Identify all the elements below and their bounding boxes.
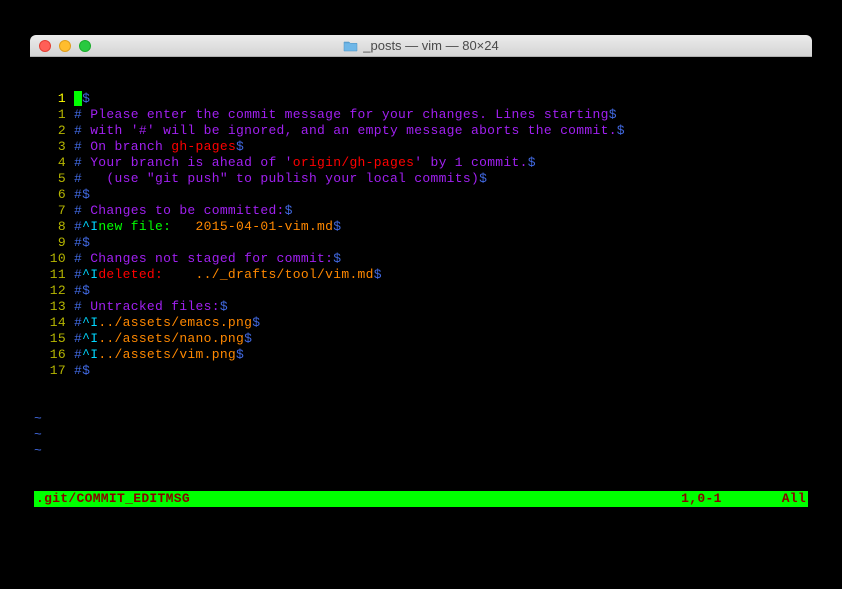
line-number: 5 [34, 171, 74, 187]
zoom-button[interactable] [79, 40, 91, 52]
line-number: 2 [34, 123, 74, 139]
line-number: 10 [34, 251, 74, 267]
editor-line[interactable]: 7# Changes to be committed:$ [34, 203, 808, 219]
line-number: 4 [34, 155, 74, 171]
status-percent: All [782, 491, 806, 507]
line-number: 17 [34, 363, 74, 379]
line-number: 11 [34, 267, 74, 283]
line-content[interactable]: # Changes not staged for commit:$ [74, 251, 341, 267]
editor-line[interactable]: 1# Please enter the commit message for y… [34, 107, 808, 123]
tilde-icon: ~ [34, 411, 42, 427]
line-number: 6 [34, 187, 74, 203]
line-content[interactable]: # Changes to be committed:$ [74, 203, 293, 219]
status-file: .git/COMMIT_EDITMSG [36, 491, 681, 507]
line-number: 8 [34, 219, 74, 235]
folder-icon [343, 40, 358, 52]
status-position: 1,0-1 [681, 491, 782, 507]
editor-line[interactable]: 2# with '#' will be ignored, and an empt… [34, 123, 808, 139]
vim-status-line: .git/COMMIT_EDITMSG 1,0-1 All [34, 491, 808, 507]
traffic-lights [30, 40, 91, 52]
line-content[interactable]: # with '#' will be ignored, and an empty… [74, 123, 625, 139]
editor-line[interactable]: 1 $ [34, 91, 808, 107]
line-content[interactable]: # (use "git push" to publish your local … [74, 171, 487, 187]
empty-line: ~ [34, 443, 808, 459]
terminal-window: _posts — vim — 80×24 1 $1# Please enter … [30, 35, 812, 589]
editor-line[interactable]: 5# (use "git push" to publish your local… [34, 171, 808, 187]
editor-line[interactable]: 16#^I../assets/vim.png$ [34, 347, 808, 363]
terminal-body[interactable]: 1 $1# Please enter the commit message fo… [30, 57, 812, 589]
line-content[interactable]: #^I../assets/emacs.png$ [74, 315, 260, 331]
editor-line[interactable]: 17#$ [34, 363, 808, 379]
tilde-icon: ~ [34, 443, 42, 459]
editor-line[interactable]: 14#^I../assets/emacs.png$ [34, 315, 808, 331]
line-content[interactable]: # Your branch is ahead of 'origin/gh-pag… [74, 155, 536, 171]
editor-line[interactable]: 15#^I../assets/nano.png$ [34, 331, 808, 347]
window-title-text: _posts — vim — 80×24 [363, 38, 498, 53]
close-button[interactable] [39, 40, 51, 52]
line-number: 9 [34, 235, 74, 251]
editor-line[interactable]: 9#$ [34, 235, 808, 251]
line-number: 15 [34, 331, 74, 347]
line-number: 14 [34, 315, 74, 331]
titlebar[interactable]: _posts — vim — 80×24 [30, 35, 812, 57]
tilde-icon: ~ [34, 427, 42, 443]
line-content[interactable]: #$ [74, 235, 90, 251]
line-number: 7 [34, 203, 74, 219]
editor-line[interactable]: 3# On branch gh-pages$ [34, 139, 808, 155]
empty-line: ~ [34, 427, 808, 443]
line-content[interactable]: #^Inew file: 2015-04-01-vim.md$ [74, 219, 341, 235]
editor-line[interactable]: 10# Changes not staged for commit:$ [34, 251, 808, 267]
line-content[interactable]: # On branch gh-pages$ [74, 139, 244, 155]
line-number: 13 [34, 299, 74, 315]
command-line[interactable] [34, 539, 808, 553]
minimize-button[interactable] [59, 40, 71, 52]
editor-line[interactable]: 8#^Inew file: 2015-04-01-vim.md$ [34, 219, 808, 235]
editor-line[interactable]: 11#^Ideleted: ../_drafts/tool/vim.md$ [34, 267, 808, 283]
editor-line[interactable]: 12#$ [34, 283, 808, 299]
window-title: _posts — vim — 80×24 [30, 38, 812, 53]
line-content[interactable]: #^I../assets/vim.png$ [74, 347, 244, 363]
editor-line[interactable]: 13# Untracked files:$ [34, 299, 808, 315]
line-content[interactable]: #$ [74, 363, 90, 379]
empty-line: ~ [34, 411, 808, 427]
line-content[interactable]: #^Ideleted: ../_drafts/tool/vim.md$ [74, 267, 382, 283]
line-number: 3 [34, 139, 74, 155]
line-number: 1 [34, 107, 74, 123]
line-content[interactable]: $ [74, 91, 90, 107]
line-number: 1 [34, 91, 74, 107]
line-number: 16 [34, 347, 74, 363]
editor-line[interactable]: 4# Your branch is ahead of 'origin/gh-pa… [34, 155, 808, 171]
line-number: 12 [34, 283, 74, 299]
line-content[interactable]: # Untracked files:$ [74, 299, 228, 315]
line-content[interactable]: # Please enter the commit message for yo… [74, 107, 617, 123]
editor-line[interactable]: 6#$ [34, 187, 808, 203]
line-content[interactable]: #$ [74, 187, 90, 203]
line-content[interactable]: #$ [74, 283, 90, 299]
line-content[interactable]: #^I../assets/nano.png$ [74, 331, 252, 347]
